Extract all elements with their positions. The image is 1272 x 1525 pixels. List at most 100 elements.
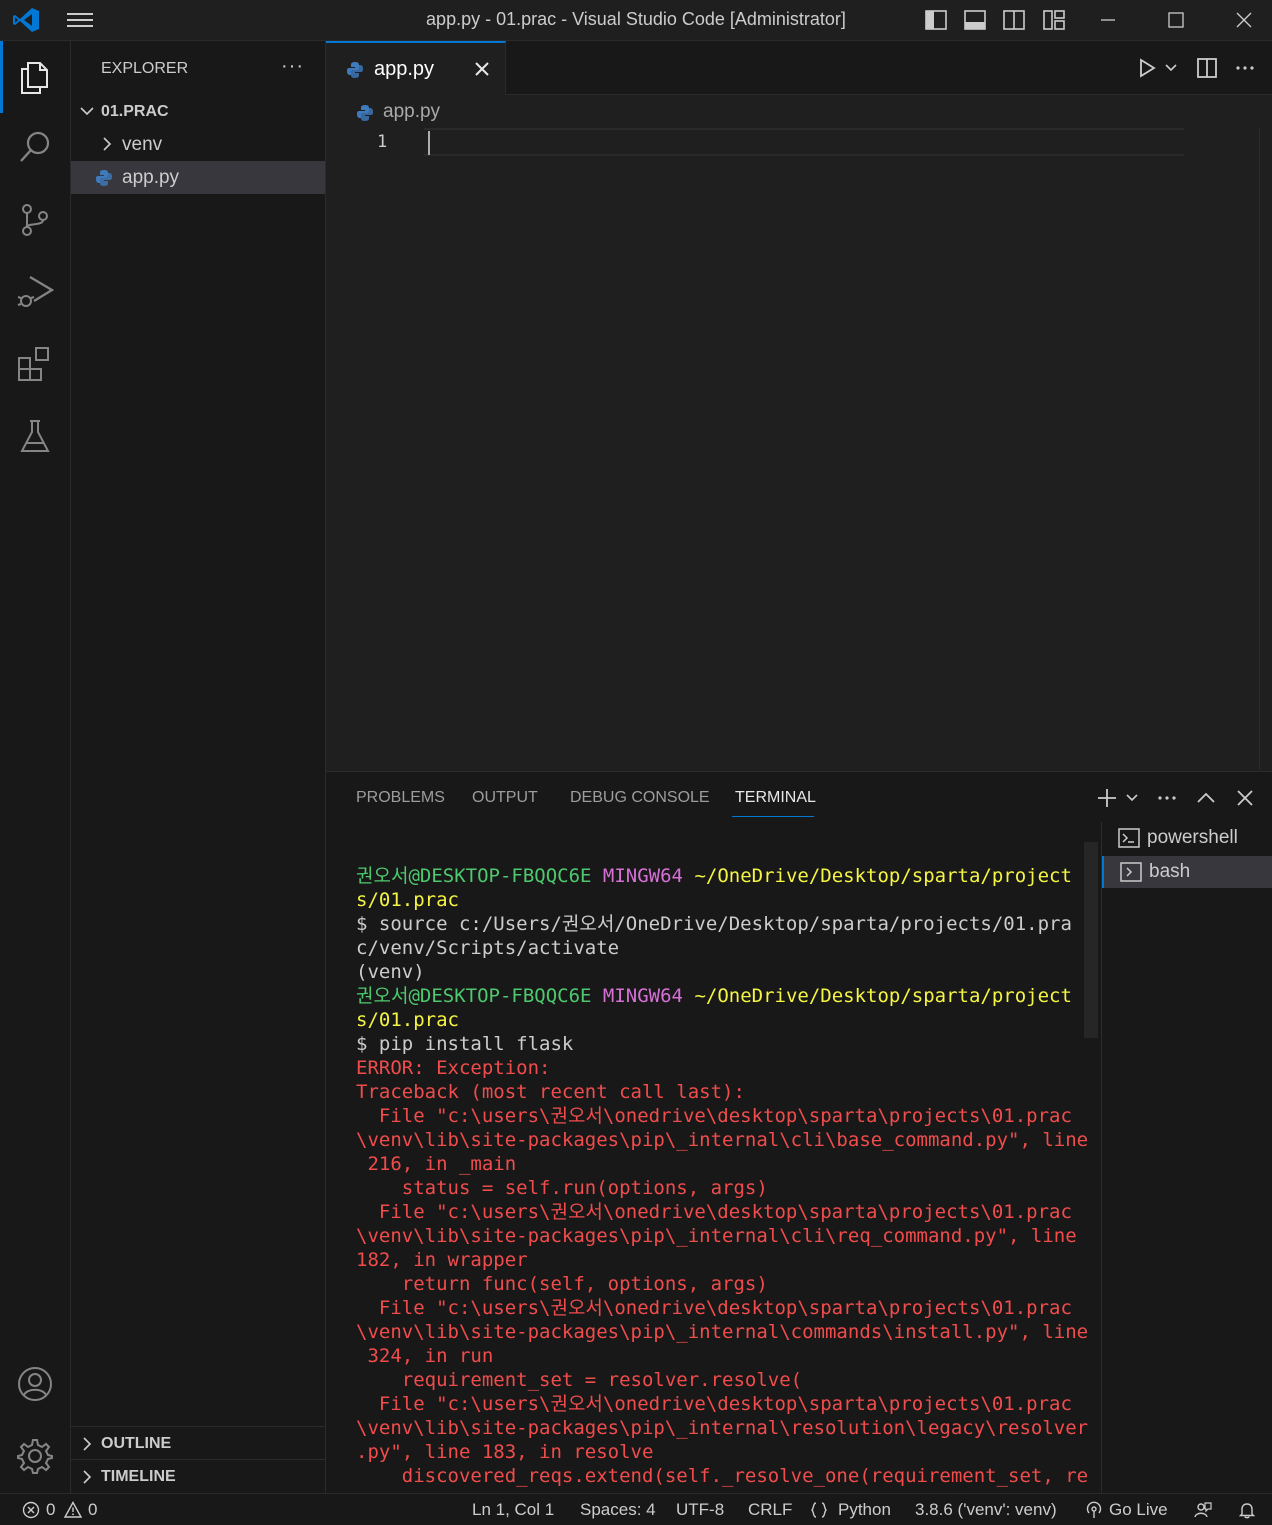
chevron-down-icon[interactable]	[1125, 791, 1139, 805]
terminal-command-wrap: c/venv/Scripts/activate	[356, 937, 620, 959]
error-icon[interactable]	[22, 1501, 40, 1519]
line-number: 1	[377, 132, 388, 152]
terminal-icon	[1120, 862, 1142, 882]
error-line: File "c:\users\권오서\onedrive\desktop\spar…	[356, 1105, 1072, 1127]
close-window-icon[interactable]	[1204, 0, 1272, 40]
title-bar: app.py - 01.prac - Visual Studio Code [A…	[0, 0, 1272, 41]
error-line: \venv\lib\site-packages\pip\_internal\re…	[356, 1417, 1089, 1439]
activity-run-debug[interactable]	[0, 257, 71, 329]
error-count[interactable]: 0	[46, 1500, 55, 1520]
activity-bar	[0, 41, 71, 1493]
terminal-command: $ source c:/Users/권오서/OneDrive/Desktop/s…	[356, 913, 1072, 935]
run-file-icon[interactable]	[1136, 57, 1158, 79]
activity-manage[interactable]	[0, 1421, 71, 1493]
more-actions-icon[interactable]	[1156, 787, 1178, 809]
terminal-output[interactable]: 권오서@DESKTOP-FBQQC6E MINGW64 ~/OneDrive/D…	[356, 864, 1088, 1488]
python-interpreter[interactable]: 3.8.6 ('venv': venv)	[915, 1500, 1057, 1520]
end-of-line[interactable]: CRLF	[748, 1500, 792, 1520]
language-mode[interactable]: Python	[838, 1500, 891, 1520]
error-line: status = self.run(options, args)	[356, 1177, 768, 1199]
folder-root[interactable]: 01.PRAC	[71, 95, 325, 128]
prompt-user: 권오서@DESKTOP-FBQQC6E	[356, 985, 592, 1007]
error-line: File "c:\users\권오서\onedrive\desktop\spar…	[356, 1201, 1072, 1223]
beaker-icon	[20, 420, 50, 452]
error-line: \venv\lib\site-packages\pip\_internal\co…	[356, 1321, 1089, 1343]
outline-section[interactable]: OUTLINE	[71, 1426, 325, 1459]
toggle-primary-sidebar-icon[interactable]	[924, 8, 948, 32]
prompt-path-wrap: s/01.prac	[356, 1009, 459, 1031]
feedback-icon[interactable]	[1194, 1501, 1212, 1519]
warning-count[interactable]: 0	[88, 1500, 97, 1520]
editor-scrollbar-edge	[1259, 128, 1260, 770]
error-line: Traceback (most recent call last):	[356, 1081, 745, 1103]
tab-debug-console[interactable]: DEBUG CONSOLE	[570, 789, 710, 807]
activity-explorer[interactable]	[0, 41, 71, 113]
terminal-item-bash[interactable]: bash	[1102, 856, 1272, 888]
tab-output[interactable]: OUTPUT	[472, 789, 538, 807]
activity-accounts[interactable]	[0, 1349, 71, 1421]
error-line: discovered_reqs.extend(self._resolve_one…	[356, 1465, 1089, 1487]
broadcast-icon[interactable]	[1085, 1501, 1103, 1519]
tree-item-label: venv	[122, 134, 163, 155]
indentation[interactable]: Spaces: 4	[580, 1500, 656, 1520]
prompt-path: ~/OneDrive/Desktop/sparta/project	[694, 865, 1072, 887]
breadcrumb-file: app.py	[383, 101, 441, 122]
active-tab-indicator	[732, 816, 814, 817]
tree-item-label: app.py	[122, 167, 180, 188]
error-line: \venv\lib\site-packages\pip\_internal\cl…	[356, 1225, 1077, 1247]
extensions-icon	[18, 347, 49, 381]
status-bar: 0 0 Ln 1, Col 1 Spaces: 4 UTF-8 CRLF Pyt…	[0, 1493, 1272, 1525]
split-editor-icon[interactable]	[1196, 57, 1218, 79]
chevron-right-icon	[103, 137, 112, 151]
prompt-path: ~/OneDrive/Desktop/sparta/project	[694, 985, 1072, 1007]
chevron-right-icon	[83, 1437, 92, 1451]
tab-problems[interactable]: PROBLEMS	[356, 789, 445, 807]
terminal-item-label: powershell	[1147, 827, 1238, 848]
activity-source-control[interactable]	[0, 185, 71, 257]
terminal-item-label: bash	[1149, 861, 1191, 882]
close-tab-icon[interactable]	[472, 59, 492, 79]
customize-layout-icon[interactable]	[1042, 8, 1066, 32]
error-line: 182, in wrapper	[356, 1249, 528, 1271]
go-live-button[interactable]: Go Live	[1109, 1500, 1168, 1520]
terminal-scrollbar[interactable]	[1084, 842, 1098, 1038]
source-control-icon	[22, 204, 48, 236]
more-actions-icon[interactable]	[1234, 57, 1256, 79]
toggle-secondary-sidebar-icon[interactable]	[1002, 8, 1026, 32]
minimize-icon[interactable]	[1074, 0, 1142, 40]
tab-app-py[interactable]: app.py	[326, 41, 506, 95]
error-line: .py", line 183, in resolve	[356, 1441, 654, 1463]
folder-name: 01.PRAC	[101, 103, 169, 120]
error-line: 324, in run	[356, 1345, 494, 1367]
tree-item-app-py[interactable]: app.py	[71, 161, 325, 194]
maximize-panel-icon[interactable]	[1195, 787, 1217, 809]
outline-label: OUTLINE	[101, 1435, 172, 1452]
error-line: 216, in _main	[356, 1153, 517, 1175]
toggle-panel-icon[interactable]	[963, 8, 987, 32]
warning-icon[interactable]	[64, 1501, 82, 1519]
close-panel-icon[interactable]	[1234, 787, 1256, 809]
bottom-panel: PROBLEMS OUTPUT DEBUG CONSOLE TERMINAL 권…	[326, 771, 1272, 1494]
notifications-bell-icon[interactable]	[1238, 1501, 1256, 1519]
maximize-icon[interactable]	[1142, 0, 1210, 40]
tab-terminal[interactable]: TERMINAL	[735, 789, 816, 807]
chevron-down-icon[interactable]	[1164, 61, 1178, 75]
encoding[interactable]: UTF-8	[676, 1500, 724, 1520]
new-terminal-icon[interactable]	[1096, 787, 1118, 809]
error-line: ERROR: Exception:	[356, 1057, 551, 1079]
chevron-right-icon	[83, 1470, 92, 1484]
error-line: requirement_set = resolver.resolve(	[356, 1369, 803, 1391]
editor-tab-bar: app.py	[326, 41, 1272, 95]
cursor-position[interactable]: Ln 1, Col 1	[472, 1500, 554, 1520]
tree-item-venv[interactable]: venv	[71, 128, 325, 161]
files-icon	[21, 62, 48, 94]
activity-extensions[interactable]	[0, 329, 71, 401]
terminal-item-powershell[interactable]: powershell	[1102, 822, 1272, 854]
explorer-more-actions-button[interactable]: ···	[281, 55, 304, 78]
explorer-sidebar: EXPLORER ··· 01.PRAC venv app.py OUTLINE…	[71, 41, 326, 1493]
activity-search[interactable]	[0, 113, 71, 185]
activity-testing[interactable]	[0, 401, 71, 473]
timeline-section[interactable]: TIMELINE	[71, 1459, 325, 1492]
error-line: return func(self, options, args)	[356, 1273, 768, 1295]
editor-area[interactable]	[326, 95, 1272, 771]
